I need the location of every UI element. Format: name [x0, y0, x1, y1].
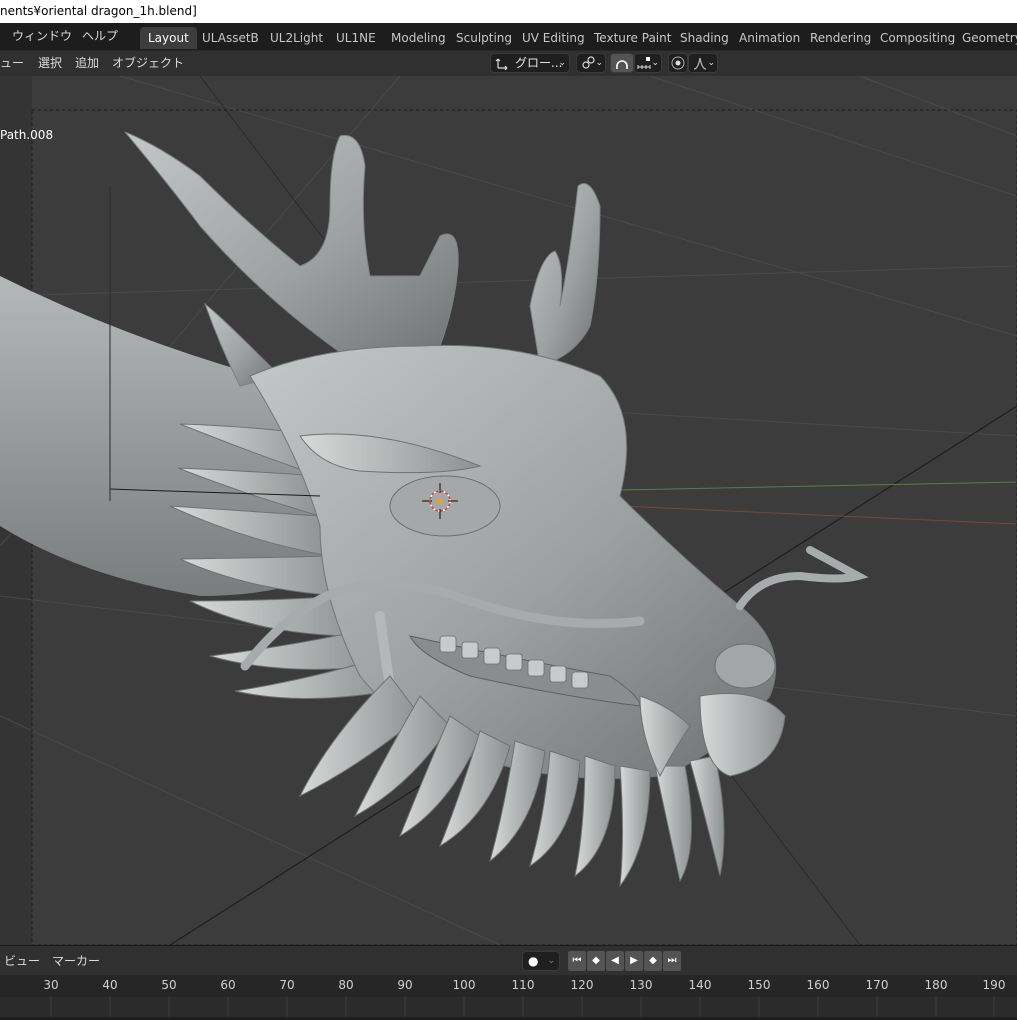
- pivot-link-icon: [582, 56, 595, 69]
- dragon-nose: [714, 643, 776, 689]
- active-object-name: Path.008: [0, 128, 54, 142]
- falloff-dropdown[interactable]: ⌄: [688, 53, 718, 73]
- snap-target-dropdown[interactable]: ⌄: [634, 53, 662, 73]
- timeline-menu-marker[interactable]: マーカー: [52, 946, 100, 976]
- transform-orientation-icon: [495, 58, 508, 71]
- frame-tick: 60: [220, 978, 236, 992]
- dragon-whisker: [736, 546, 869, 610]
- header-menu-select[interactable]: 選択: [38, 51, 62, 75]
- frame-tick: 110: [511, 978, 535, 992]
- frame-tick: 80: [338, 978, 354, 992]
- viewport-header: ュー 選択 追加 オブジェクト グロー... ⌄ ⌄ ⌄ ⌄: [0, 50, 1017, 76]
- frame-tick: 170: [865, 978, 889, 992]
- x-axis-line: [619, 505, 1017, 525]
- next-keyframe-button[interactable]: ◆: [644, 951, 662, 971]
- prev-keyframe-button[interactable]: ◆: [587, 951, 605, 971]
- header-menu-view[interactable]: ュー: [0, 51, 24, 75]
- frame-tick: 120: [570, 978, 594, 992]
- chevron-down-icon: ⌄: [547, 956, 555, 966]
- proportional-edit-icon: [671, 56, 685, 70]
- frame-tick: 160: [806, 978, 830, 992]
- tab-rendering[interactable]: Rendering: [802, 27, 879, 49]
- frame-tick: 70: [279, 978, 295, 992]
- menu-help[interactable]: ヘルプ: [82, 23, 118, 50]
- frame-tick: 100: [452, 978, 476, 992]
- frame-tick: 130: [629, 978, 653, 992]
- play-reverse-button[interactable]: ◀: [606, 951, 624, 971]
- menu-window[interactable]: ウィンドウ: [12, 23, 72, 50]
- tab-geometry-nodes[interactable]: Geometry N: [954, 27, 1017, 49]
- jump-to-start-button[interactable]: ⏮: [568, 951, 586, 971]
- frame-tick: 140: [688, 978, 712, 992]
- window-title: nents¥oriental dragon_1h.blend]: [0, 4, 197, 18]
- tab-ulassetb[interactable]: ULAssetB: [194, 27, 267, 49]
- pivot-point-dropdown[interactable]: ⌄: [576, 53, 606, 73]
- top-bar: ウィンドウ ヘルプ Layout ULAssetB UL2Light UL1NE…: [0, 23, 1017, 50]
- timeline-menu-view[interactable]: ビュー: [4, 946, 40, 976]
- auto-keying-toggle[interactable]: ● ⌄: [522, 951, 560, 971]
- tab-ul2light[interactable]: UL2Light: [262, 27, 331, 49]
- viewport-canvas: [0, 76, 1017, 945]
- frame-tick: 30: [43, 978, 59, 992]
- snap-toggle[interactable]: [610, 53, 634, 73]
- tab-layout[interactable]: Layout: [140, 27, 197, 49]
- tab-compositing[interactable]: Compositing: [872, 27, 963, 49]
- falloff-curve-icon: [693, 57, 707, 70]
- transform-orientation-value: グロー...: [515, 56, 563, 70]
- tab-modeling[interactable]: Modeling: [383, 27, 454, 49]
- chevron-down-icon: ⌄: [595, 58, 603, 68]
- tab-ul1ne[interactable]: UL1NE: [328, 27, 384, 49]
- 3d-viewport[interactable]: Path.008: [0, 76, 1017, 945]
- chevron-down-icon: ⌄: [651, 58, 659, 68]
- frame-tick: 190: [982, 978, 1006, 992]
- snap-icon: [616, 60, 628, 69]
- record-icon: ●: [528, 954, 539, 968]
- chevron-down-icon: ⌄: [558, 58, 566, 68]
- timeline-header: ビュー マーカー ● ⌄ ⏮ ◆ ◀ ▶ ◆ ⏭: [0, 945, 1017, 976]
- tab-sculpting[interactable]: Sculpting: [448, 27, 520, 49]
- jump-to-end-button[interactable]: ⏭: [663, 951, 681, 971]
- header-menu-add[interactable]: 追加: [75, 51, 99, 75]
- frame-tick: 180: [924, 978, 948, 992]
- frame-tick: 50: [161, 978, 177, 992]
- dragon-antlers: [124, 131, 601, 387]
- transform-orientation-dropdown[interactable]: グロー... ⌄: [490, 53, 570, 73]
- frame-tick: 40: [102, 978, 118, 992]
- frame-tick: 150: [747, 978, 771, 992]
- tab-uv-editing[interactable]: UV Editing: [514, 27, 593, 49]
- tab-shading[interactable]: Shading: [672, 27, 737, 49]
- play-button[interactable]: ▶: [625, 951, 643, 971]
- frame-tick: 90: [397, 978, 413, 992]
- ruler-minor-ticks: [50, 997, 995, 1017]
- timeline-track-area[interactable]: [0, 997, 1017, 1017]
- y-axis-line: [619, 481, 1017, 491]
- chevron-down-icon: ⌄: [707, 58, 715, 68]
- dragon-eye: [389, 475, 501, 537]
- tab-animation[interactable]: Animation: [731, 27, 808, 49]
- timeline-ruler[interactable]: 30 40 50 60 70 80 90 100 110 120 130 140…: [0, 975, 1017, 997]
- window-title-bar: nents¥oriental dragon_1h.blend]: [0, 0, 1017, 23]
- header-menu-object[interactable]: オブジェクト: [112, 51, 184, 75]
- playback-controls: ⏮ ◆ ◀ ▶ ◆ ⏭: [568, 951, 688, 971]
- proportional-edit-toggle[interactable]: [668, 53, 688, 73]
- tab-texture-paint[interactable]: Texture Paint: [586, 27, 679, 49]
- dragon-head: [249, 344, 777, 779]
